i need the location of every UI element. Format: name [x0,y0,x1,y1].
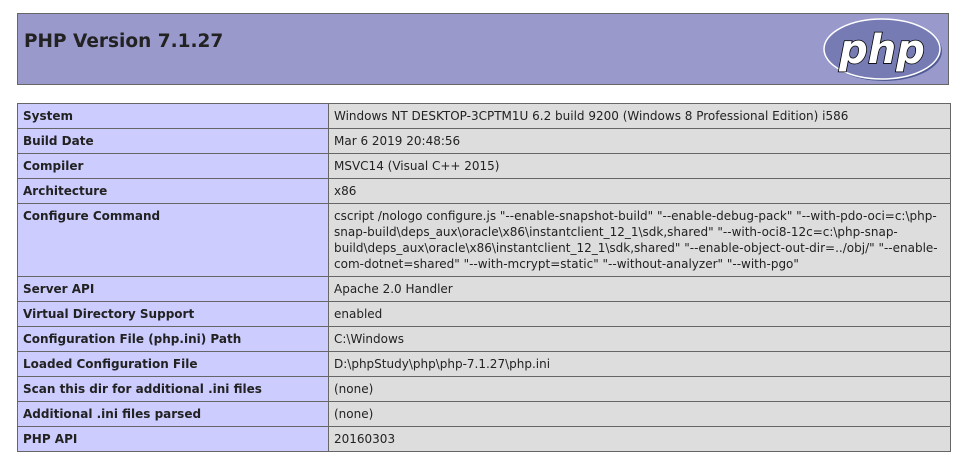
php-info-table-body: System Windows NT DESKTOP-3CPTM1U 6.2 bui… [17,103,951,452]
row-label: PHP API [17,426,329,452]
row-label: Build Date [17,128,329,154]
table-row: Additional .ini files parsed (none) [17,401,951,427]
table-row: System Windows NT DESKTOP-3CPTM1U 6.2 bui… [17,103,951,129]
row-value: Windows NT DESKTOP-3CPTM1U 6.2 build 920… [328,103,951,129]
row-label: Virtual Directory Support [17,301,329,327]
table-row: Scan this dir for additional .ini files(… [17,376,951,402]
row-label: Server API [17,276,329,302]
page-title: PHP Version 7.1.27 [24,31,224,52]
row-value: cscript /nologo configure.js "--enable-s… [328,203,951,277]
row-value: (none) [328,376,951,402]
row-value: D:\phpStudy\php\php-7.1.27\php.ini [328,351,951,377]
row-label: Configure Command [17,203,329,277]
row-label: Architecture [17,178,329,204]
row-value: Apache 2.0 Handler [328,276,951,302]
row-label: Configuration File (php.ini) Path [17,326,329,352]
table-row: PHP API 20160303 [17,426,951,452]
row-label: Loaded Configuration File [17,351,329,377]
php-info-table: System Windows NT DESKTOP-3CPTM1U 6.2 bui… [17,103,951,452]
table-row: Architecture x86 [17,178,951,204]
row-value: (none) [328,401,951,427]
row-label: Scan this dir for additional .ini files [17,376,329,402]
table-row: Configuration File (php.ini) Path C:\Wind… [17,326,951,352]
table-row: Loaded Configuration File D:\phpStudy\php… [17,351,951,377]
row-label: Compiler [17,153,329,179]
table-row: Compiler MSVC14 (Visual C++ 2015) [17,153,951,179]
row-value: MSVC14 (Visual C++ 2015) [328,153,951,179]
php-logo[interactable]: php [822,17,944,83]
row-value: 20160303 [328,426,951,452]
row-label: Additional .ini files parsed [17,401,329,427]
row-value: enabled [328,301,951,327]
table-row: Virtual Directory Support enabled [17,301,951,327]
table-row: Configure Command cscript /nologo configu… [17,203,951,277]
php-logo-text: php [838,27,925,73]
row-value: C:\Windows [328,326,951,352]
row-value: x86 [328,178,951,204]
row-label: System [17,103,329,129]
table-row: Build Date Mar 6 2019 20:48:56 [17,128,951,154]
table-row: Server API Apache 2.0 Handler [17,276,951,302]
row-value: Mar 6 2019 20:48:56 [328,128,951,154]
php-version-header: PHP Version 7.1.27 php [17,13,949,85]
